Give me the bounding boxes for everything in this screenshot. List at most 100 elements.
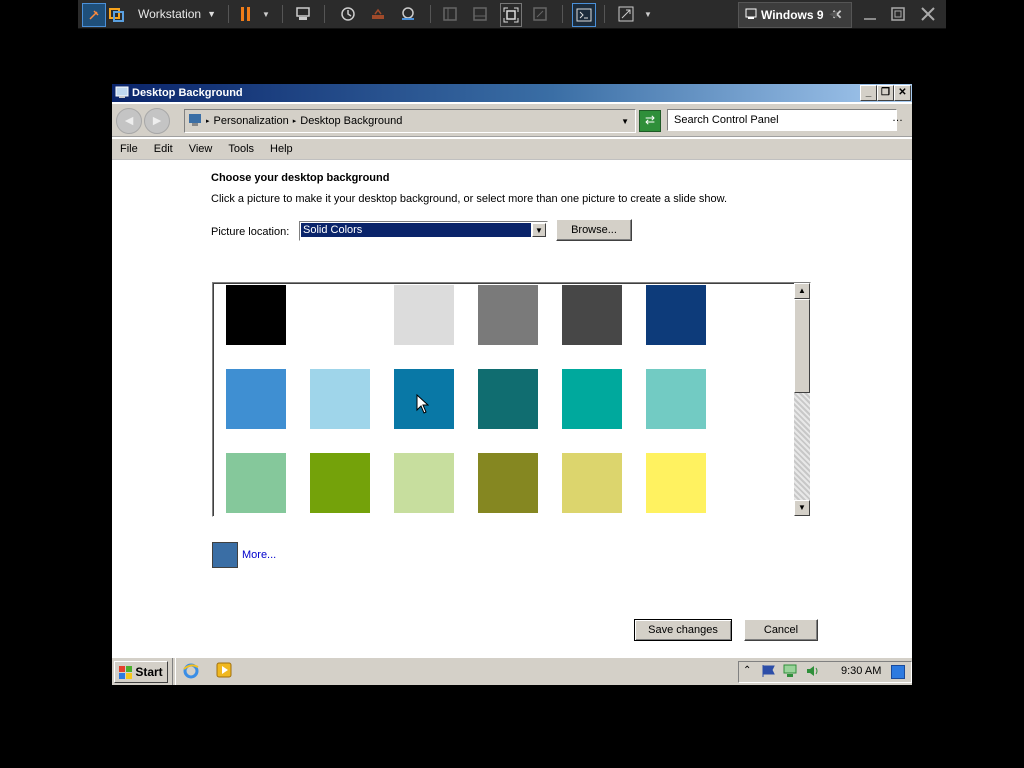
media-player-icon[interactable] (216, 662, 232, 681)
search-input[interactable] (667, 109, 897, 131)
console-icon[interactable] (572, 3, 596, 27)
vm-tab-label: Windows 9 (761, 8, 824, 22)
color-swatch[interactable] (310, 285, 370, 345)
color-swatch[interactable] (226, 369, 286, 429)
workstation-logo-icon (108, 3, 126, 25)
volume-icon[interactable] (805, 664, 821, 681)
restore-button[interactable]: ❐ (877, 85, 894, 101)
maximize-icon[interactable] (888, 3, 908, 25)
breadcrumb[interactable]: ▸ Personalization ▸ Desktop Background ▼ (184, 109, 636, 133)
vmware-toolbar: Workstation ▼ ▼ ▼ Windows 9 ✕ ◀ (78, 0, 946, 29)
browse-button[interactable]: Browse... (556, 219, 632, 241)
color-swatch[interactable] (646, 453, 706, 513)
breadcrumb-arrow-icon: ▸ (206, 118, 210, 125)
forward-arrow-icon: ► (150, 112, 164, 128)
page-heading: Choose your desktop background (211, 172, 390, 184)
color-swatch[interactable] (478, 453, 538, 513)
color-swatch[interactable] (478, 369, 538, 429)
save-changes-button[interactable]: Save changes (634, 619, 732, 641)
window-title: Desktop Background (132, 87, 243, 99)
network-icon[interactable] (783, 664, 799, 681)
chevron-down-icon: ▼ (207, 9, 217, 19)
color-swatch[interactable] (646, 285, 706, 345)
control-panel-icon (115, 85, 129, 102)
snapshot-manager-icon[interactable] (398, 3, 418, 25)
chevron-down-icon[interactable]: ▼ (260, 3, 272, 25)
scroll-down-icon[interactable]: ▼ (794, 500, 810, 516)
thumbnail-bar-icon[interactable] (470, 3, 490, 25)
pin-icon[interactable] (82, 3, 106, 27)
unity-icon[interactable] (530, 3, 550, 25)
chevron-down-icon[interactable]: ▼ (642, 3, 654, 25)
window-titlebar[interactable]: Desktop Background _ ❐ ✕ (112, 84, 912, 102)
stretch-icon[interactable] (616, 3, 636, 25)
desktop-background-window: Desktop Background _ ❐ ✕ ◄ ► ▸ Personali… (112, 84, 912, 685)
sidebar-toggle-icon[interactable] (440, 3, 460, 25)
picture-location-select[interactable]: Solid Colors ▼ (299, 221, 548, 241)
main-content: Choose your desktop background Click a p… (112, 160, 912, 657)
windows-flag-icon (119, 665, 133, 679)
workstation-title: Workstation (137, 7, 202, 21)
menu-file[interactable]: File (112, 143, 146, 155)
close-icon[interactable] (918, 3, 938, 25)
show-desktop-icon[interactable] (891, 665, 905, 679)
instructions-text: Click a picture to make it your desktop … (211, 193, 728, 205)
color-swatch[interactable] (310, 453, 370, 513)
minimize-button[interactable]: _ (860, 85, 877, 101)
more-colors-link[interactable]: More... (242, 549, 276, 561)
clock[interactable]: 9:30 AM (841, 665, 881, 677)
control-panel-icon (188, 113, 202, 130)
forward-button[interactable]: ► (144, 108, 170, 134)
color-swatch[interactable] (226, 453, 286, 513)
chevron-down-icon[interactable]: ▼ (532, 223, 546, 237)
internet-explorer-icon[interactable] (182, 662, 200, 683)
menu-bar: File Edit View Tools Help (112, 139, 912, 160)
pause-icon[interactable] (238, 3, 254, 25)
revert-snapshot-icon[interactable] (368, 3, 388, 25)
color-swatch-grid: ▲ ▼ (212, 282, 811, 517)
tab-scroll-left-icon[interactable]: ◀ (826, 3, 840, 25)
chevron-down-icon[interactable]: ▼ (621, 117, 629, 126)
tray-expand-icon[interactable]: ⌃ (743, 665, 751, 676)
menu-help[interactable]: Help (262, 143, 301, 155)
taskbar: Start ⌃ 9:30 AM (112, 657, 912, 685)
more-options-icon[interactable]: … (892, 112, 906, 126)
system-tray: ⌃ 9:30 AM (738, 661, 912, 683)
cancel-button[interactable]: Cancel (744, 619, 818, 641)
action-center-flag-icon[interactable] (761, 664, 777, 681)
scroll-up-icon[interactable]: ▲ (794, 283, 810, 299)
color-swatch[interactable] (562, 369, 622, 429)
breadcrumb-desktop-background[interactable]: Desktop Background (300, 115, 402, 127)
menu-tools[interactable]: Tools (220, 143, 262, 155)
picture-location-label: Picture location: (211, 226, 290, 238)
snapshot-icon[interactable] (338, 3, 358, 25)
scrollbar-thumb[interactable] (794, 299, 810, 393)
vm-icon (745, 8, 757, 23)
start-button[interactable]: Start (114, 661, 168, 683)
breadcrumb-personalization[interactable]: Personalization (214, 115, 289, 127)
minimize-icon[interactable] (860, 3, 880, 25)
refresh-icon: ⇄ (644, 113, 656, 127)
color-swatch[interactable] (310, 369, 370, 429)
color-swatch[interactable] (562, 285, 622, 345)
picture-location-value: Solid Colors (301, 223, 531, 237)
close-button[interactable]: ✕ (894, 85, 911, 101)
mouse-cursor-icon (416, 393, 430, 417)
send-keys-icon[interactable] (294, 3, 314, 25)
menu-edit[interactable]: Edit (146, 143, 181, 155)
color-swatch[interactable] (394, 453, 454, 513)
color-swatch[interactable] (394, 285, 454, 345)
color-swatch[interactable] (226, 285, 286, 345)
back-button[interactable]: ◄ (116, 108, 142, 134)
refresh-button[interactable]: ⇄ (639, 110, 661, 132)
color-swatch[interactable] (562, 453, 622, 513)
breadcrumb-arrow-icon: ▸ (292, 118, 297, 125)
more-color-swatch[interactable] (212, 542, 238, 568)
vertical-scrollbar[interactable]: ▲ ▼ (794, 283, 810, 516)
full-screen-icon[interactable] (500, 3, 522, 27)
workstation-menu[interactable]: Workstation ▼ (132, 3, 222, 25)
color-swatch[interactable] (478, 285, 538, 345)
address-bar: ◄ ► ▸ Personalization ▸ Desktop Backgrou… (112, 104, 912, 137)
color-swatch[interactable] (646, 369, 706, 429)
menu-view[interactable]: View (181, 143, 221, 155)
